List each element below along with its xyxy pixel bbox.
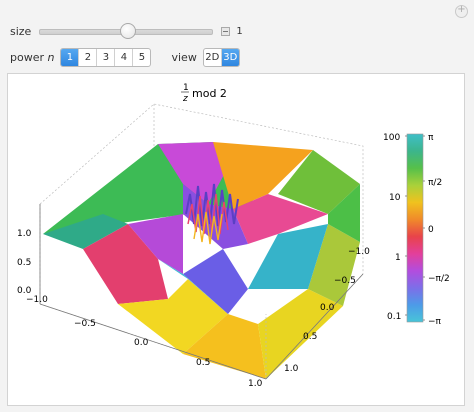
size-slider[interactable] xyxy=(39,22,214,39)
view-selector: 2D 3D xyxy=(202,48,240,67)
colorbar-left-tick-4: 0.1 xyxy=(387,312,401,322)
colorbar-right-tick-2: π/2 xyxy=(428,178,442,188)
left-axis-tick-4: 0.5 xyxy=(196,358,210,368)
colorbar-left-tick-3: 1 xyxy=(395,253,401,263)
title-mod: mod 2 xyxy=(192,87,227,100)
surface-plot xyxy=(43,142,360,379)
power-option-4[interactable]: 4 xyxy=(115,49,134,66)
right-axis-tick-2: −0.5 xyxy=(334,276,356,286)
colorbar-left-tick-2: 10 xyxy=(389,193,401,203)
title-numerator: 1 xyxy=(183,83,189,93)
view-option-2d[interactable]: 2D xyxy=(204,49,222,66)
power-option-5[interactable]: 5 xyxy=(133,49,150,66)
right-axis-tick-3: 0.0 xyxy=(320,303,335,313)
colorbar-right-tick-3: 0 xyxy=(428,225,434,235)
expand-slider-icon[interactable] xyxy=(221,27,231,36)
colorbar-right-tick-4: −π/2 xyxy=(428,274,450,284)
power-view-row: power n 12345 view 2D 3D xyxy=(10,48,240,67)
colorbar-left-tick-1: 100 xyxy=(383,133,400,143)
size-label: size xyxy=(10,25,32,38)
colorbar-right-tick-1: π xyxy=(428,133,434,143)
vertical-tick-1: 1.0 xyxy=(17,229,32,239)
size-value: 1 xyxy=(236,26,243,37)
power-option-3[interactable]: 3 xyxy=(97,49,116,66)
size-control-row: size 1 xyxy=(10,22,243,39)
power-option-2[interactable]: 2 xyxy=(79,49,98,66)
right-axis-tick-5: 1.0 xyxy=(284,364,299,374)
left-axis-tick-1: −1.0 xyxy=(26,295,48,305)
plot-3d-graphic[interactable]: 1 z mod 2 1.0 0.5 0.0 −1.0 −0.5 0.0 0.5 … xyxy=(8,74,464,405)
title-denominator: z xyxy=(182,94,188,104)
colorbar xyxy=(406,133,424,323)
colorbar-right-tick-5: −π xyxy=(428,317,442,327)
left-axis-tick-2: −0.5 xyxy=(74,319,96,329)
left-axis-tick-5: 1.0 xyxy=(248,379,263,389)
view-option-3d[interactable]: 3D xyxy=(221,49,239,66)
power-selector: 12345 xyxy=(60,48,152,67)
view-label: view xyxy=(171,51,197,64)
size-slider-thumb[interactable] xyxy=(120,22,137,39)
power-label: power n xyxy=(10,51,54,64)
left-axis-tick-3: 0.0 xyxy=(134,338,149,348)
power-option-1[interactable]: 1 xyxy=(61,49,80,66)
plot-panel: 1 z mod 2 1.0 0.5 0.0 −1.0 −0.5 0.0 0.5 … xyxy=(7,73,465,406)
vertical-tick-2: 0.5 xyxy=(17,258,31,268)
right-axis-tick-4: 0.5 xyxy=(303,332,317,342)
pin-icon[interactable] xyxy=(455,4,468,18)
power-variable: n xyxy=(47,51,55,64)
right-axis-tick-1: −1.0 xyxy=(348,247,370,257)
power-label-text: power xyxy=(10,51,44,64)
